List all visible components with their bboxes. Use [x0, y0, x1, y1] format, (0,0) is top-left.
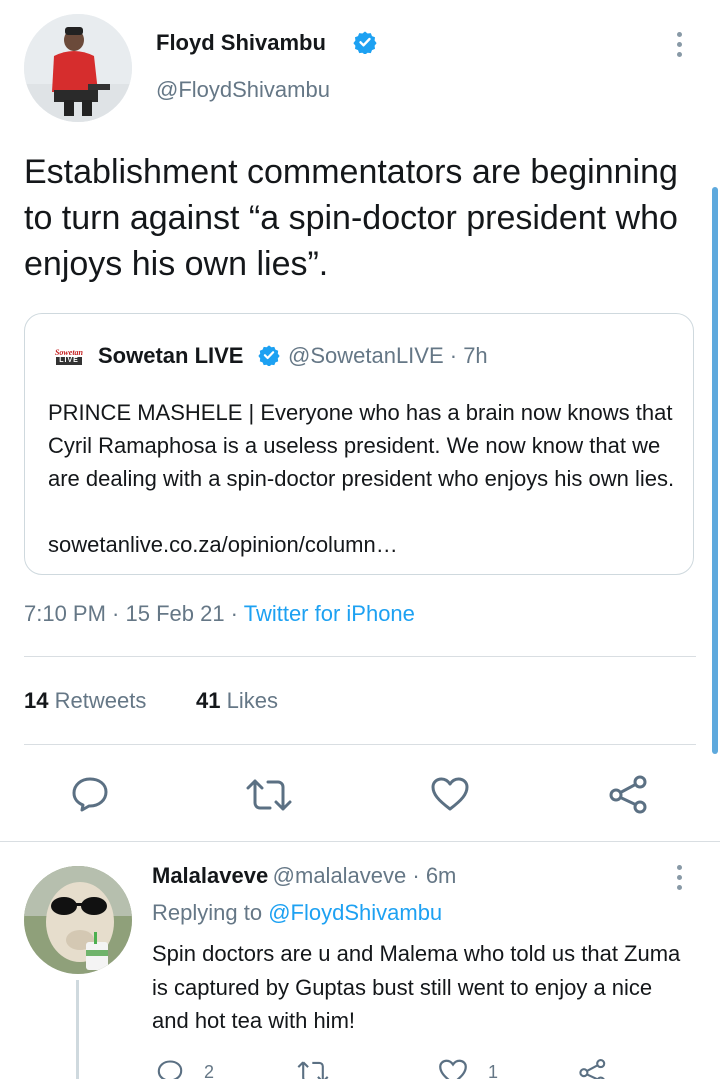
share-icon[interactable] — [608, 774, 650, 814]
reply-text: Spin doctors are u and Malema who told u… — [152, 941, 681, 1033]
divider — [0, 841, 720, 842]
quoted-author-name: Sowetan LIVE — [98, 343, 244, 368]
reply-author-name[interactable]: Malalaveve — [152, 863, 268, 888]
likes-stat[interactable]: 41 Likes — [196, 688, 278, 714]
tweet-text: Establishment commentators are beginning… — [24, 153, 678, 283]
reply-like-count: 1 — [488, 1062, 499, 1079]
heart-icon[interactable] — [430, 776, 470, 812]
reply-heart-icon[interactable] — [438, 1058, 468, 1079]
likes-label: Likes — [226, 688, 278, 713]
retweets-stat[interactable]: 14 Retweets — [24, 688, 146, 714]
verified-badge-icon — [353, 30, 377, 54]
reply-header: Malalaveve @malalaveve · 6m — [152, 863, 456, 889]
reply-action-bar: 2 1 — [152, 1058, 622, 1079]
author-name[interactable]: Floyd Shivambu — [156, 30, 326, 56]
quoted-tweet-text: PRINCE MASHELE | Everyone who has a brai… — [48, 400, 675, 491]
tweet-timestamp: 7:10 PM · 15 Feb 21 · Twitter for iPhone — [24, 601, 415, 627]
replying-to-prefix: Replying to — [152, 900, 263, 925]
author-handle[interactable]: @FloydShivambu — [156, 77, 330, 103]
likes-count: 41 — [196, 688, 221, 713]
reply-reply-count: 2 — [204, 1062, 215, 1079]
author-avatar[interactable] — [24, 14, 132, 122]
retweets-count: 14 — [24, 688, 49, 713]
scrollbar[interactable] — [712, 187, 718, 754]
reply-share-icon[interactable] — [578, 1058, 608, 1079]
timestamp-text: 7:10 PM · 15 Feb 21 · — [24, 601, 238, 626]
divider — [24, 744, 696, 745]
reply-icon[interactable] — [70, 774, 110, 814]
reply-author-avatar[interactable] — [24, 866, 132, 974]
sowetan-logo: Sowetan LIVE — [54, 347, 83, 365]
replying-to-handle[interactable]: @FloydShivambu — [268, 900, 442, 925]
reply-reply-icon[interactable] — [156, 1058, 184, 1079]
quoted-tweet-card[interactable]: Sowetan LIVE Sowetan LIVE @SowetanLIVE ·… — [24, 313, 694, 575]
quoted-tweet-link[interactable]: sowetanlive.co.za/opinion/column… — [48, 528, 678, 561]
replying-to: Replying to @FloydShivambu — [152, 900, 442, 926]
quoted-verified-badge-icon — [258, 344, 280, 366]
reply-more-options-icon[interactable] — [675, 865, 683, 890]
retweets-label: Retweets — [54, 688, 147, 713]
reply-author-handle-time[interactable]: @malalaveve · 6m — [273, 863, 457, 888]
client-link[interactable]: Twitter for iPhone — [244, 601, 415, 626]
reply-retweet-icon[interactable] — [296, 1058, 330, 1079]
thread-line — [76, 980, 79, 1079]
quoted-handle-time: @SowetanLIVE · 7h — [288, 343, 488, 368]
retweet-icon[interactable] — [245, 775, 293, 815]
more-options-icon[interactable] — [675, 32, 683, 57]
divider — [24, 656, 696, 657]
